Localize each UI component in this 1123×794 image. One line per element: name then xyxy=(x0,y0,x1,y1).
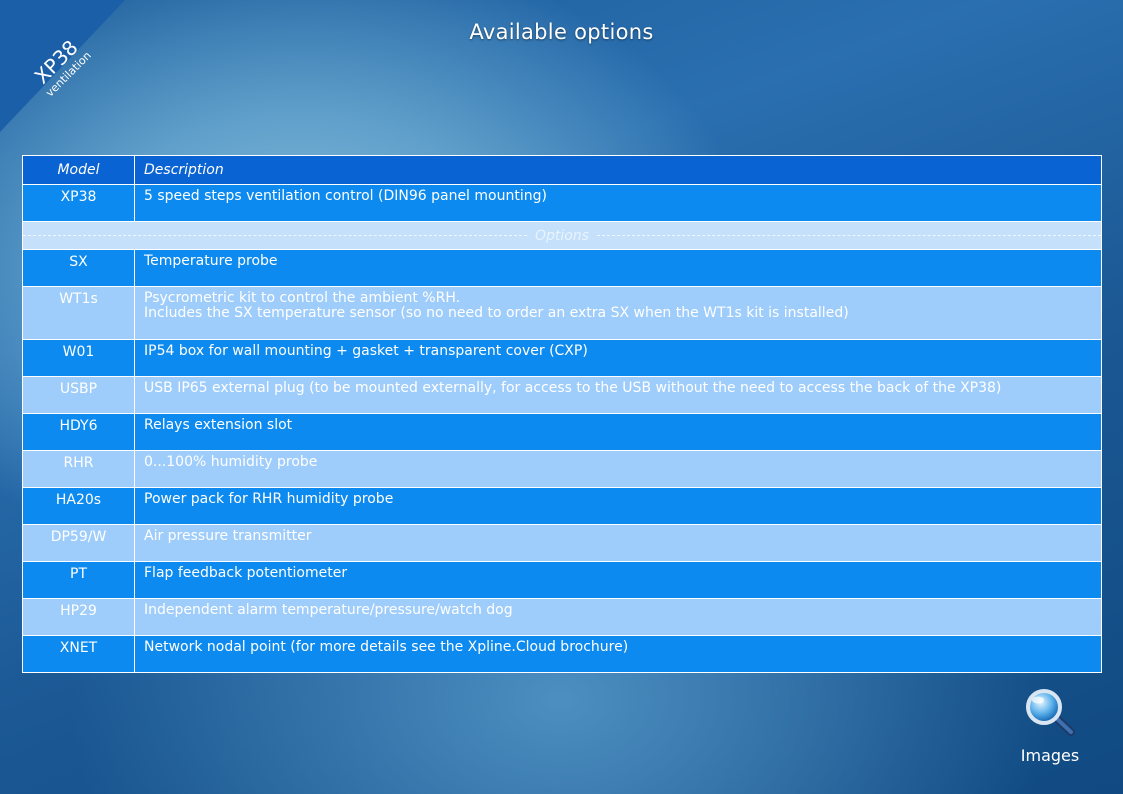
description-line: 5 speed steps ventilation control (DIN96… xyxy=(144,188,547,204)
options-separator-row: Options xyxy=(22,221,1102,250)
description-cell: Relays extension slot xyxy=(134,413,1102,451)
table-row: RHR 0...100% humidity probe xyxy=(22,450,1102,488)
model-cell: RHR xyxy=(22,450,135,488)
description-cell: Network nodal point (for more details se… xyxy=(134,635,1102,673)
description-line: Network nodal point (for more details se… xyxy=(144,639,629,655)
description-line: Power pack for RHR humidity probe xyxy=(144,491,394,507)
description-cell: 5 speed steps ventilation control (DIN96… xyxy=(134,184,1102,222)
description-cell: USB IP65 external plug (to be mounted ex… xyxy=(134,376,1102,414)
description-line: 0...100% humidity probe xyxy=(144,454,318,470)
images-button[interactable]: Images xyxy=(1012,688,1088,765)
model-cell: HP29 xyxy=(22,598,135,636)
description-line: Air pressure transmitter xyxy=(144,528,312,544)
table-row: WT1s Psycrometric kit to control the ambi… xyxy=(22,286,1102,340)
description-cell: Temperature probe xyxy=(134,249,1102,287)
model-cell: WT1s xyxy=(22,286,135,340)
options-table: Model Description XP38 5 speed steps ven… xyxy=(22,155,1102,673)
description-cell: Psycrometric kit to control the ambient … xyxy=(134,286,1102,340)
description-cell: Power pack for RHR humidity probe xyxy=(134,487,1102,525)
table-row: HDY6 Relays extension slot xyxy=(22,413,1102,451)
description-cell: IP54 box for wall mounting + gasket + tr… xyxy=(134,339,1102,377)
description-line: Relays extension slot xyxy=(144,417,293,433)
description-line: IP54 box for wall mounting + gasket + tr… xyxy=(144,343,588,359)
description-cell: Air pressure transmitter xyxy=(134,524,1102,562)
separator-dash-left xyxy=(23,235,527,236)
model-cell: HDY6 xyxy=(22,413,135,451)
table-row: SX Temperature probe xyxy=(22,249,1102,287)
table-row: PT Flap feedback potentiometer xyxy=(22,561,1102,599)
images-label: Images xyxy=(1020,746,1080,765)
description-cell: Flap feedback potentiometer xyxy=(134,561,1102,599)
table-row: USBP USB IP65 external plug (to be mounte… xyxy=(22,376,1102,414)
description-cell: Independent alarm temperature/pressure/w… xyxy=(134,598,1102,636)
separator-dash-right xyxy=(597,235,1101,236)
model-cell: XNET xyxy=(22,635,135,673)
table-header-row: Model Description xyxy=(22,155,1102,185)
header-model: Model xyxy=(22,155,135,185)
description-line: Psycrometric kit to control the ambient … xyxy=(144,290,461,306)
model-cell: HA20s xyxy=(22,487,135,525)
description-line: Flap feedback potentiometer xyxy=(144,565,348,581)
model-cell: W01 xyxy=(22,339,135,377)
magnifier-icon xyxy=(1026,689,1075,736)
description-line: Temperature probe xyxy=(144,253,278,269)
table-row-main: XP38 5 speed steps ventilation control (… xyxy=(22,184,1102,222)
page-title: Available options xyxy=(469,20,654,44)
model-cell: USBP xyxy=(22,376,135,414)
options-separator: Options xyxy=(22,221,1102,250)
header-description: Description xyxy=(134,155,1102,185)
table-row: DP59/W Air pressure transmitter xyxy=(22,524,1102,562)
table-row: W01 IP54 box for wall mounting + gasket +… xyxy=(22,339,1102,377)
table-row: HP29 Independent alarm temperature/pressu… xyxy=(22,598,1102,636)
description-line: Independent alarm temperature/pressure/w… xyxy=(144,602,513,618)
separator-label: Options xyxy=(534,227,590,244)
model-cell: SX xyxy=(22,249,135,287)
description-cell: 0...100% humidity probe xyxy=(134,450,1102,488)
description-line: USB IP65 external plug (to be mounted ex… xyxy=(144,380,1002,396)
description-line: Includes the SX temperature sensor (so n… xyxy=(144,305,849,321)
table-row: XNET Network nodal point (for more detail… xyxy=(22,635,1102,673)
model-cell: XP38 xyxy=(22,184,135,222)
table-row: HA20s Power pack for RHR humidity probe xyxy=(22,487,1102,525)
model-cell: PT xyxy=(22,561,135,599)
model-cell: DP59/W xyxy=(22,524,135,562)
